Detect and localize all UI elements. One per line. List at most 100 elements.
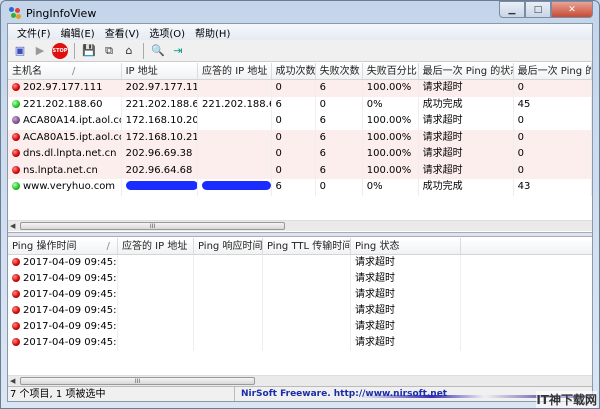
column-header-label: IP 地址 — [125, 66, 158, 77]
ping-row[interactable]: 2017-04-09 09:45:39 请求超时 — [8, 255, 592, 271]
play-icon[interactable]: ▶ — [32, 43, 48, 59]
cell-1 — [118, 271, 194, 287]
history-horizontal-scrollbar[interactable]: ◀ III — [8, 375, 592, 386]
column-header-5[interactable]: 失败百分比 — [363, 63, 419, 79]
cell-5: 0% — [363, 179, 419, 196]
host-row[interactable]: 221.202.188.60 221.202.188.60 221.202.188.… — [8, 96, 592, 113]
cell-text: 100.00% — [366, 115, 412, 126]
cell-3 — [263, 303, 351, 319]
cell-text: 6 — [319, 148, 327, 159]
ping-row[interactable]: 2017-04-09 09:45:55 请求超时 — [8, 319, 592, 335]
column-header-0[interactable]: Ping 操作时间 / — [8, 238, 118, 254]
copy-icon[interactable]: ⧉ — [101, 43, 117, 59]
cell-6: 请求超时 — [419, 129, 514, 146]
column-header-0[interactable]: 主机名 / — [8, 63, 122, 79]
menu-item-4[interactable]: 帮助(H) — [190, 25, 235, 40]
column-header-4[interactable]: 失败次数 — [316, 63, 363, 79]
cell-1 — [118, 335, 194, 351]
cell-text: 2017-04-09 09:45:39 — [23, 257, 117, 268]
status-red-icon — [12, 274, 20, 282]
column-header-label: 主机名 — [12, 66, 42, 77]
sort-indicator: / — [106, 241, 110, 252]
cell-1: 202.96.69.38 — [122, 146, 199, 163]
column-header-3[interactable]: 成功次数 — [272, 63, 316, 79]
column-header-2[interactable]: 应答的 IP 地址 — [198, 63, 272, 79]
menu-item-2[interactable]: 查看(V) — [100, 25, 145, 40]
properties-window-icon[interactable]: ▣ — [12, 43, 28, 59]
column-header-7[interactable]: 最后一次 Ping 的 — [514, 63, 592, 79]
column-header-label: 成功次数 — [275, 66, 316, 77]
status-red-icon — [12, 290, 20, 298]
watermark: IT神下载网 — [536, 391, 597, 408]
cell-text: ACA80A15.ipt.aol.com — [23, 131, 121, 143]
column-header-1[interactable]: IP 地址 — [122, 63, 199, 79]
cell-text: 202.96.64.68 — [125, 164, 193, 176]
column-header-3[interactable]: Ping TTL 传输时间 — [263, 238, 351, 254]
menu-item-0[interactable]: 文件(F) — [12, 25, 56, 40]
column-header-2[interactable]: Ping 响应时间 — [194, 238, 263, 254]
column-header-4[interactable]: Ping 状态 — [351, 238, 461, 254]
pane-splitter[interactable] — [8, 232, 592, 237]
cell-7: 0 — [514, 80, 592, 97]
cell-3: 0 — [272, 129, 316, 146]
column-header-label: Ping 响应时间 — [198, 241, 263, 252]
cell-4: 请求超时 — [351, 287, 461, 303]
exit-icon[interactable]: ⇥ — [170, 43, 186, 59]
cell-text: 2017-04-09 09:45:55 — [23, 321, 117, 332]
host-row[interactable]: ACA80A15.ipt.aol.com 172.168.10.21 0 6 100.0… — [8, 129, 592, 146]
status-bar: 7 个项目, 1 项被选中 NirSoft Freeware. http://w… — [8, 386, 592, 401]
stop-icon[interactable]: STOP — [52, 42, 68, 59]
cell-0: 2017-04-09 09:45:59 — [8, 335, 118, 351]
cell-text: 221.202.188.60 — [125, 98, 199, 110]
cell-0: 2017-04-09 09:45:39 — [8, 255, 118, 271]
menu-item-3[interactable]: 选项(O) — [144, 25, 190, 40]
minimize-button[interactable]: ▁ — [499, 1, 525, 18]
status-item-count: 7 个项目, 1 项被选中 — [8, 387, 235, 401]
cell-2: 221.202.188.60 — [198, 96, 272, 113]
cell-0: dns.dl.lnpta.net.cn — [8, 146, 122, 163]
cell-6: 请求超时 — [419, 146, 514, 163]
cell-5: 100.00% — [363, 129, 419, 146]
menu-item-1[interactable]: 编辑(E) — [56, 25, 100, 40]
ping-row[interactable]: 2017-04-09 09:45:47 请求超时 — [8, 287, 592, 303]
save-icon[interactable]: 💾 — [81, 43, 97, 59]
host-row[interactable]: 202.97.177.111 202.97.177.111 0 6 100.00% 请求超… — [8, 80, 592, 97]
cell-text: 请求超时 — [422, 115, 463, 126]
cell-0: ACA80A14.ipt.aol.com — [8, 113, 122, 130]
maximize-button[interactable]: □ — [525, 1, 551, 18]
cell-text: 100.00% — [366, 148, 412, 159]
find-icon[interactable]: 🔍 — [150, 43, 166, 59]
host-row[interactable]: ns.lnpta.net.cn 202.96.64.68 0 6 100.00% 请求超时… — [8, 162, 592, 179]
cell-0: 2017-04-09 09:45:55 — [8, 319, 118, 335]
cell-1: 221.202.188.60 — [122, 96, 199, 113]
ping-row[interactable]: 2017-04-09 09:45:59 请求超时 — [8, 335, 592, 351]
cell-text: 请求超时 — [355, 273, 395, 284]
host-row[interactable]: ACA80A14.ipt.aol.com 172.168.10.20 0 6 100.0… — [8, 113, 592, 130]
cell-text: 0 — [517, 82, 524, 93]
cell-text: 0 — [319, 98, 327, 110]
column-header-6[interactable]: 最后一次 Ping 的状态 — [419, 63, 514, 79]
host-row[interactable]: www.veryhuo.com 6 0 0% 成功完成 43 — [8, 179, 592, 196]
hosts-horizontal-scrollbar[interactable]: ◀ III — [8, 220, 592, 231]
column-header-1[interactable]: 应答的 IP 地址 — [118, 238, 194, 254]
cell-2 — [194, 335, 263, 351]
cell-text: 请求超时 — [355, 321, 395, 332]
cell-2 — [194, 287, 263, 303]
close-button[interactable]: ✕ — [551, 1, 593, 18]
cell-4: 6 — [316, 162, 363, 179]
cell-3: 6 — [272, 96, 316, 113]
cell-text: 100.00% — [366, 131, 412, 143]
cell-5: 100.00% — [363, 113, 419, 130]
html-report-icon[interactable]: ⌂ — [121, 43, 137, 59]
cell-text: 2017-04-09 09:45:51 — [23, 305, 117, 316]
ping-row[interactable]: 2017-04-09 09:45:51 请求超时 — [8, 303, 592, 319]
cell-2 — [194, 271, 263, 287]
cell-1: 172.168.10.21 — [122, 129, 199, 146]
hosts-table-header: 主机名 / IP 地址 应答的 IP 地址 成功次数 失败次数 失败百分比 最后一次 Ping… — [8, 63, 592, 80]
status-red-icon — [12, 132, 20, 141]
cell-4: 6 — [316, 80, 363, 97]
cell-text: 202.97.177.111 — [125, 82, 199, 93]
cell-0: 2017-04-09 09:45:51 — [8, 303, 118, 319]
ping-row[interactable]: 2017-04-09 09:45:43 请求超时 — [8, 271, 592, 287]
host-row[interactable]: dns.dl.lnpta.net.cn 202.96.69.38 0 6 100.00%… — [8, 146, 592, 163]
